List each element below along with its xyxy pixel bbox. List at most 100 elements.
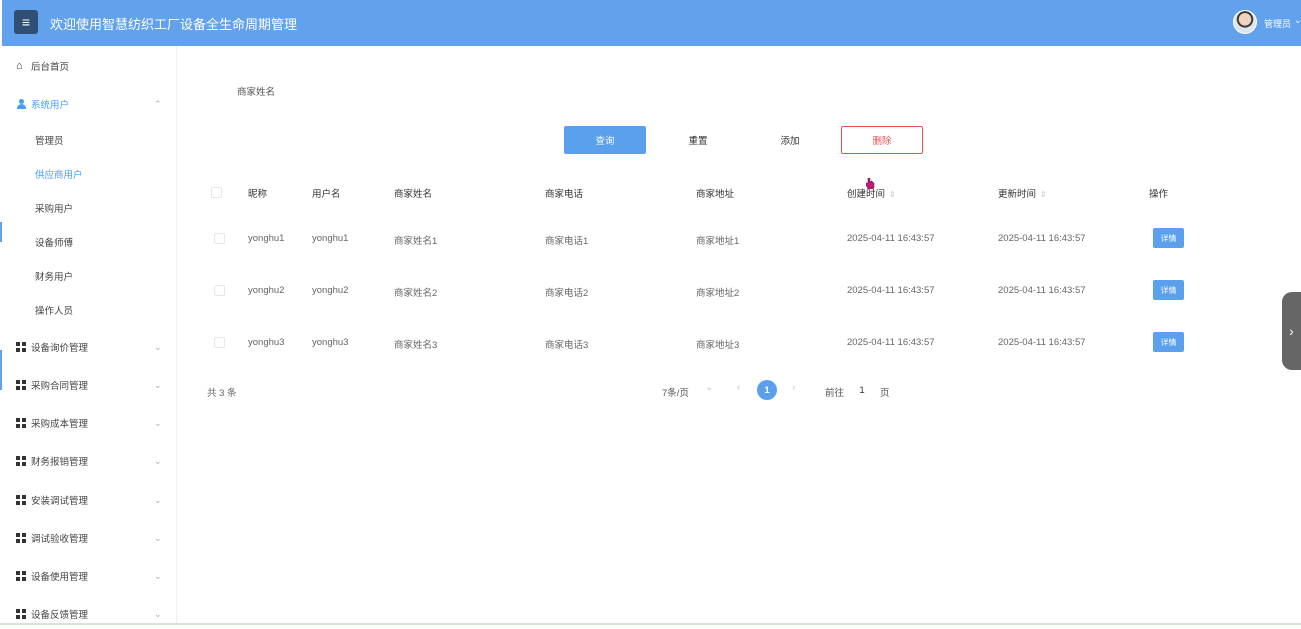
sidebar-item-system-users[interactable]: 系统用户 ⌃ bbox=[0, 89, 176, 119]
column-header-updated[interactable]: 更新时间 ⇕ bbox=[998, 186, 1047, 200]
top-header: ≡ 欢迎使用智慧纺织工厂设备全生命周期管理 管理员 ⌄ bbox=[2, 0, 1301, 46]
sidebar-subitem-admin[interactable]: 管理员 bbox=[0, 125, 176, 155]
sidebar-item-cost[interactable]: 采购成本管理 ⌄ bbox=[0, 408, 176, 438]
chevron-down-icon[interactable]: ⌄ bbox=[1294, 15, 1301, 26]
grid-icon bbox=[16, 342, 26, 352]
column-header-phone: 商家电话 bbox=[545, 189, 584, 200]
chevron-down-icon: ⌄ bbox=[154, 494, 162, 505]
column-header-label: 创建时间 bbox=[847, 189, 886, 200]
row-checkbox[interactable] bbox=[214, 285, 225, 296]
current-page[interactable]: 1 bbox=[757, 380, 777, 400]
sidebar-item-label: 采购用户 bbox=[35, 204, 74, 215]
sidebar-item-label: 管理员 bbox=[35, 136, 64, 147]
home-icon: ⌂ bbox=[16, 60, 23, 72]
side-drawer-toggle[interactable]: › bbox=[1282, 292, 1301, 370]
hand-cursor-icon bbox=[866, 178, 875, 189]
sidebar-item-inquiry[interactable]: 设备询价管理 ⌄ bbox=[0, 332, 176, 362]
column-header-merchant-name: 商家姓名 bbox=[394, 189, 433, 200]
sidebar-item-label: 安装调试管理 bbox=[31, 496, 89, 507]
sidebar-item-home[interactable]: ⌂ 后台首页 bbox=[0, 51, 176, 81]
sidebar-item-reimburse[interactable]: 财务报销管理 ⌄ bbox=[0, 446, 176, 476]
sort-icon[interactable]: ⇕ bbox=[1040, 190, 1047, 199]
cell-phone: 商家电话1 bbox=[545, 236, 589, 247]
sort-icon[interactable]: ⇕ bbox=[889, 190, 896, 199]
sidebar-edge-marker bbox=[0, 350, 2, 390]
grid-icon bbox=[16, 456, 26, 466]
sidebar-item-label: 设备使用管理 bbox=[31, 572, 89, 583]
cell-updated: 2025-04-11 16:43:57 bbox=[998, 337, 1086, 348]
grid-icon bbox=[16, 495, 26, 505]
page-size-select[interactable]: 7条/页 bbox=[662, 385, 689, 399]
pagination-total: 共 3 条 bbox=[207, 388, 237, 399]
sidebar-item-acceptance[interactable]: 调试验收管理 ⌄ bbox=[0, 523, 176, 553]
user-icon bbox=[16, 99, 26, 109]
next-page-icon[interactable]: › bbox=[792, 382, 795, 393]
grid-icon bbox=[16, 609, 26, 619]
sidebar-subitem-purchase-users[interactable]: 采购用户 bbox=[0, 193, 176, 223]
sidebar-item-label: 设备反馈管理 bbox=[31, 610, 89, 621]
hamburger-menu-icon[interactable]: ≡ bbox=[14, 10, 38, 34]
merchant-name-filter-label: 商家姓名 bbox=[237, 87, 276, 98]
add-button[interactable]: 添加 bbox=[749, 126, 831, 154]
page-size-chevron-icon[interactable]: ⌄ bbox=[705, 382, 713, 393]
sidebar-subitem-finance-users[interactable]: 财务用户 bbox=[0, 261, 176, 291]
sidebar-item-contract[interactable]: 采购合同管理 ⌄ bbox=[0, 370, 176, 400]
column-header-actions: 操作 bbox=[1149, 189, 1169, 200]
chevron-down-icon: ⌄ bbox=[154, 570, 162, 581]
chevron-down-icon: ⌄ bbox=[154, 379, 162, 390]
row-checkbox[interactable] bbox=[214, 233, 225, 244]
sidebar-item-label: 采购合同管理 bbox=[31, 381, 89, 392]
column-header-address: 商家地址 bbox=[696, 189, 735, 200]
column-header-username: 用户名 bbox=[312, 189, 341, 200]
cell-merchant-name: 商家姓名2 bbox=[394, 288, 438, 299]
detail-button[interactable]: 详情 bbox=[1153, 332, 1184, 352]
chevron-down-icon: ⌄ bbox=[154, 341, 162, 352]
sidebar-subitem-operators[interactable]: 操作人员 bbox=[0, 295, 176, 325]
user-avatar[interactable] bbox=[1233, 10, 1257, 34]
cell-username: yonghu1 bbox=[312, 233, 349, 244]
sidebar-item-label: 财务用户 bbox=[35, 272, 74, 283]
cell-merchant-name: 商家姓名3 bbox=[394, 340, 438, 351]
grid-icon bbox=[16, 380, 26, 390]
cell-phone: 商家电话2 bbox=[545, 288, 589, 299]
detail-button[interactable]: 详情 bbox=[1153, 228, 1184, 248]
prev-page-icon[interactable]: ‹ bbox=[737, 382, 740, 393]
user-name[interactable]: 管理员 bbox=[1264, 17, 1291, 30]
sidebar-item-label: 后台首页 bbox=[31, 62, 70, 73]
grid-icon bbox=[16, 418, 26, 428]
cell-merchant-name: 商家姓名1 bbox=[394, 236, 438, 247]
reset-button[interactable]: 重置 bbox=[657, 126, 739, 154]
sidebar-item-label: 供应商用户 bbox=[35, 170, 83, 181]
detail-button[interactable]: 详情 bbox=[1153, 280, 1184, 300]
sidebar-item-label: 采购成本管理 bbox=[31, 419, 89, 430]
sidebar-subitem-supplier-users[interactable]: 供应商用户 bbox=[0, 159, 176, 189]
sidebar-item-label: 设备师傅 bbox=[35, 238, 74, 249]
cell-created: 2025-04-11 16:43:57 bbox=[847, 233, 935, 244]
goto-page-input[interactable]: 1 bbox=[857, 385, 867, 396]
sidebar-item-install[interactable]: 安装调试管理 ⌄ bbox=[0, 485, 176, 515]
cell-username: yonghu2 bbox=[312, 285, 349, 296]
chevron-right-icon: › bbox=[1289, 323, 1294, 339]
sidebar-item-usage[interactable]: 设备使用管理 ⌄ bbox=[0, 561, 176, 591]
goto-label: 前往 bbox=[825, 388, 845, 399]
cell-username: yonghu3 bbox=[312, 337, 349, 348]
cell-nickname: yonghu2 bbox=[248, 285, 285, 296]
cell-updated: 2025-04-11 16:43:57 bbox=[998, 233, 1086, 244]
sidebar-subitem-technicians[interactable]: 设备师傅 bbox=[0, 227, 176, 257]
select-all-checkbox[interactable] bbox=[211, 187, 222, 198]
sidebar-edge-marker bbox=[0, 222, 2, 242]
cell-created: 2025-04-11 16:43:57 bbox=[847, 285, 935, 296]
grid-icon bbox=[16, 571, 26, 581]
cell-updated: 2025-04-11 16:43:57 bbox=[998, 285, 1086, 296]
sidebar-item-label: 系统用户 bbox=[31, 100, 70, 111]
chevron-down-icon: ⌄ bbox=[154, 417, 162, 428]
grid-icon bbox=[16, 533, 26, 543]
chevron-down-icon: ⌄ bbox=[154, 455, 162, 466]
delete-button[interactable]: 删除 bbox=[841, 126, 923, 154]
cell-address: 商家地址2 bbox=[696, 288, 740, 299]
sidebar-item-label: 设备询价管理 bbox=[31, 343, 89, 354]
row-checkbox[interactable] bbox=[214, 337, 225, 348]
cell-nickname: yonghu3 bbox=[248, 337, 285, 348]
query-button[interactable]: 查询 bbox=[564, 126, 646, 154]
column-header-nickname: 昵称 bbox=[248, 189, 268, 200]
